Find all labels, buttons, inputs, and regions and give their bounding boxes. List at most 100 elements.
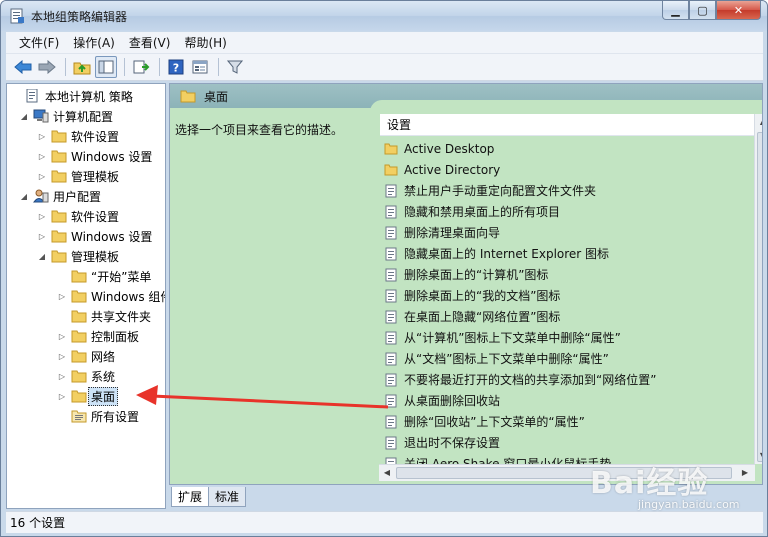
tree-item-shared-folders[interactable]: 共享文件夹 bbox=[57, 306, 151, 326]
menu-help[interactable]: 帮助(H) bbox=[177, 34, 233, 51]
setting-row[interactable]: 隐藏和禁用桌面上的所有项目 bbox=[384, 201, 560, 222]
setting-icon bbox=[385, 373, 397, 386]
setting-icon bbox=[385, 184, 397, 197]
expand-triangle-icon[interactable]: ▷ bbox=[57, 352, 67, 361]
folder-icon bbox=[71, 370, 87, 383]
expand-triangle-icon[interactable]: ▷ bbox=[37, 132, 47, 141]
navigation-tree: 本地计算机 策略 ◢ 计算机配置 ▷ 软件设置 ▷ Windows 设置 ▷ 管… bbox=[6, 83, 166, 509]
setting-row[interactable]: 禁止用户手动重定向配置文件文件夹 bbox=[384, 180, 596, 201]
setting-label: 删除桌面上的“计算机”图标 bbox=[404, 268, 549, 282]
tree-item-label: 桌面 bbox=[88, 386, 119, 406]
tree-item-label: 系统 bbox=[91, 369, 116, 384]
user-icon bbox=[33, 189, 49, 203]
expand-triangle-icon[interactable]: ▷ bbox=[37, 232, 47, 241]
status-bar: 16 个设置 bbox=[6, 511, 763, 533]
maximize-button[interactable]: ▢ bbox=[689, 1, 716, 20]
menu-view[interactable]: 查看(V) bbox=[122, 34, 178, 51]
setting-row[interactable]: 从“文档”图标上下文菜单中删除“属性” bbox=[384, 348, 609, 369]
tree-item-all-settings[interactable]: 所有设置 bbox=[57, 406, 139, 426]
help-button[interactable]: ? bbox=[165, 56, 187, 78]
setting-row[interactable]: 退出时不保存设置 bbox=[384, 432, 500, 453]
setting-row[interactable]: 从桌面删除回收站 bbox=[384, 390, 500, 411]
setting-row[interactable]: 删除清理桌面向导 bbox=[384, 222, 500, 243]
tree-item-local-policy[interactable]: 本地计算机 策略 bbox=[11, 86, 133, 106]
setting-label: Active Directory bbox=[404, 162, 501, 177]
setting-row[interactable]: 在桌面上隐藏“网络位置”图标 bbox=[384, 306, 560, 327]
computer-icon bbox=[33, 109, 49, 123]
toolbar-separator bbox=[124, 58, 125, 76]
tree-item-label: 管理模板 bbox=[71, 249, 120, 264]
title-bar[interactable]: 本地组策略编辑器 ▁ ▢ ✕ bbox=[1, 1, 767, 31]
toolbar: ? bbox=[6, 54, 763, 81]
policy-icon bbox=[26, 89, 38, 103]
scroll-down-icon[interactable]: ▼ bbox=[755, 448, 762, 464]
setting-label: 从“计算机”图标上下文菜单中删除“属性” bbox=[404, 331, 621, 345]
policy-editor-icon bbox=[10, 8, 24, 24]
tree-item-label: 计算机配置 bbox=[53, 109, 114, 124]
filter-button[interactable] bbox=[224, 56, 246, 78]
close-button[interactable]: ✕ bbox=[716, 1, 761, 20]
tree-item-user-software-settings[interactable]: ▷ 软件设置 bbox=[37, 206, 119, 226]
minimize-button[interactable]: ▁ bbox=[662, 1, 689, 20]
up-folder-button[interactable] bbox=[71, 56, 93, 78]
tree-item-label: 用户配置 bbox=[53, 189, 102, 204]
expand-triangle-icon[interactable]: ▷ bbox=[57, 392, 67, 401]
tab-extended[interactable]: 扩展 bbox=[171, 487, 210, 507]
folder-icon bbox=[51, 210, 67, 223]
tree-item-user-config[interactable]: ◢ 用户配置 bbox=[19, 186, 101, 206]
setting-row[interactable]: 从“计算机”图标上下文菜单中删除“属性” bbox=[384, 327, 621, 348]
setting-row[interactable]: 删除桌面上的“计算机”图标 bbox=[384, 264, 548, 285]
collapse-triangle-icon[interactable]: ◢ bbox=[19, 112, 29, 121]
show-hide-tree-icon bbox=[98, 60, 114, 74]
menu-action[interactable]: 操作(A) bbox=[66, 34, 122, 51]
tree-item-user-admin-templates[interactable]: ◢ 管理模板 bbox=[37, 246, 119, 266]
setting-row[interactable]: 隐藏桌面上的 Internet Explorer 图标 bbox=[384, 243, 609, 264]
tab-label: 标准 bbox=[215, 490, 240, 504]
scroll-up-icon[interactable]: ▲ bbox=[755, 114, 762, 130]
setting-row[interactable]: Active Directory bbox=[384, 159, 500, 180]
tree-item-system[interactable]: ▷ 系统 bbox=[57, 366, 115, 386]
tree-item-windows-components[interactable]: ▷ Windows 组件 bbox=[57, 286, 165, 306]
scroll-thumb[interactable] bbox=[757, 132, 762, 462]
vertical-scrollbar[interactable]: ▲ ▼ bbox=[754, 114, 762, 464]
collapse-triangle-icon[interactable]: ◢ bbox=[37, 252, 47, 261]
expand-triangle-icon[interactable]: ▷ bbox=[57, 332, 67, 341]
status-text: 16 个设置 bbox=[10, 516, 66, 530]
setting-row[interactable]: Active Desktop bbox=[384, 138, 494, 159]
view-tabs: 扩展 标准 bbox=[171, 487, 247, 509]
expand-triangle-icon[interactable]: ▷ bbox=[57, 372, 67, 381]
tree-item-label: “开始”菜单 bbox=[91, 269, 152, 284]
setting-icon bbox=[385, 436, 397, 449]
menu-file[interactable]: 文件(F) bbox=[12, 34, 66, 51]
toolbar-separator bbox=[218, 58, 219, 76]
expand-triangle-icon[interactable]: ▷ bbox=[57, 292, 67, 301]
setting-label: 隐藏桌面上的 Internet Explorer 图标 bbox=[404, 247, 610, 261]
tree-item-admin-templates[interactable]: ▷ 管理模板 bbox=[37, 166, 119, 186]
setting-row[interactable]: 删除“回收站”上下文菜单的“属性” bbox=[384, 411, 585, 432]
export-list-button[interactable] bbox=[130, 56, 152, 78]
tree-item-user-windows-settings[interactable]: ▷ Windows 设置 bbox=[37, 226, 152, 246]
tree-item-desktop[interactable]: ▷ 桌面 bbox=[57, 386, 119, 406]
tree-item-start-menu[interactable]: “开始”菜单 bbox=[57, 266, 151, 286]
expand-triangle-icon[interactable]: ▷ bbox=[37, 212, 47, 221]
setting-icon bbox=[385, 352, 397, 365]
show-hide-tree-button[interactable] bbox=[95, 56, 117, 78]
expand-triangle-icon[interactable]: ▷ bbox=[37, 152, 47, 161]
properties-button[interactable] bbox=[189, 56, 211, 78]
tree-item-network[interactable]: ▷ 网络 bbox=[57, 346, 115, 366]
collapse-triangle-icon[interactable]: ◢ bbox=[19, 192, 29, 201]
setting-row[interactable]: 删除桌面上的“我的文档”图标 bbox=[384, 285, 560, 306]
tree-item-windows-settings[interactable]: ▷ Windows 设置 bbox=[37, 146, 152, 166]
tree-item-computer-config[interactable]: ◢ 计算机配置 bbox=[19, 106, 113, 126]
tree-item-software-settings[interactable]: ▷ 软件设置 bbox=[37, 126, 119, 146]
tree-item-label: Windows 设置 bbox=[71, 149, 153, 164]
tree-item-control-panel[interactable]: ▷ 控制面板 bbox=[57, 326, 139, 346]
column-header-setting[interactable]: 设置 bbox=[380, 114, 754, 136]
setting-row[interactable]: 不要将最近打开的文档的共享添加到“网络位置” bbox=[384, 369, 656, 390]
scroll-left-icon[interactable]: ◀ bbox=[379, 465, 395, 481]
back-button[interactable] bbox=[12, 56, 34, 78]
tree-item-label: 软件设置 bbox=[71, 129, 120, 144]
tab-standard[interactable]: 标准 bbox=[208, 487, 247, 507]
expand-triangle-icon[interactable]: ▷ bbox=[37, 172, 47, 181]
forward-button[interactable] bbox=[36, 56, 58, 78]
